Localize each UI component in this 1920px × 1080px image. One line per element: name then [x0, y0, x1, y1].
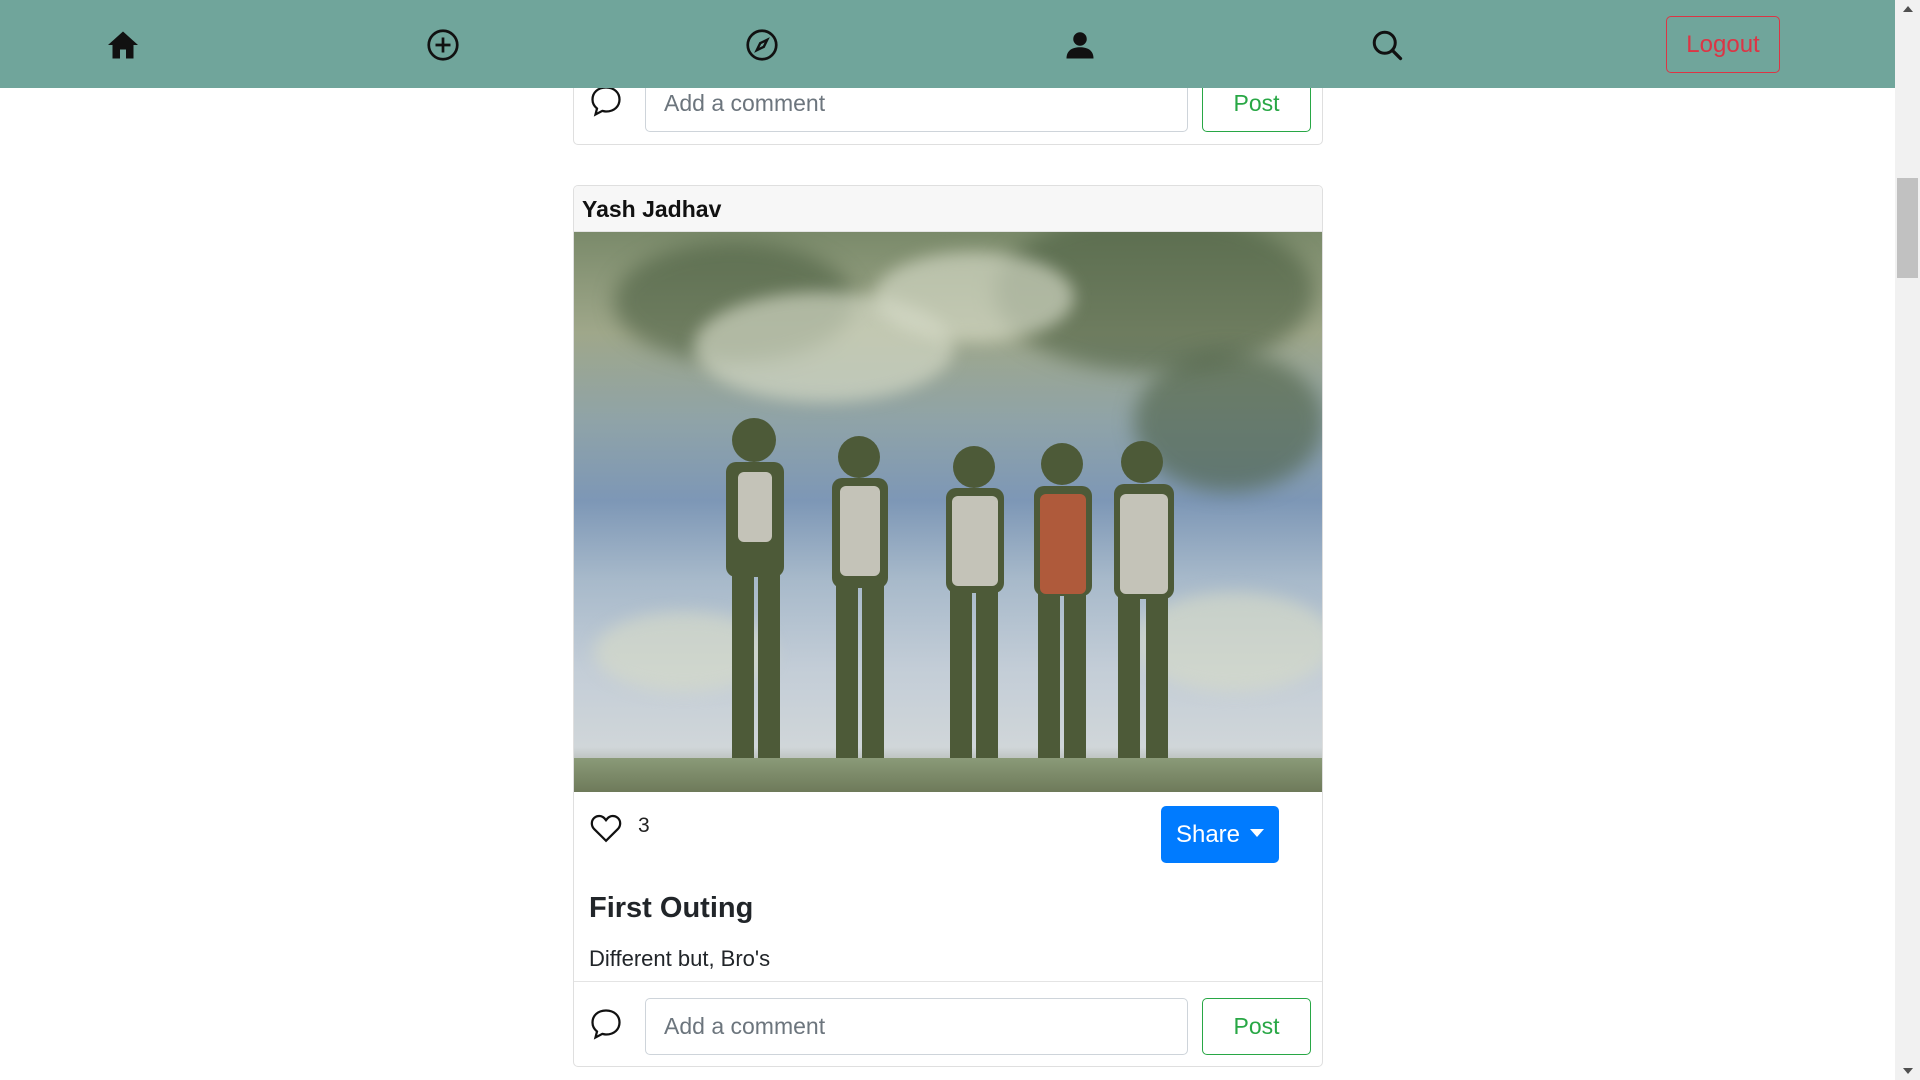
post-title: First Outing: [589, 892, 754, 924]
group-figures: [726, 418, 1174, 772]
heart-icon[interactable]: [588, 810, 624, 846]
add-circle-icon[interactable]: [424, 26, 462, 64]
share-label: Share: [1175, 820, 1241, 848]
logout-button[interactable]: Logout: [1666, 16, 1780, 73]
comment-row: Post: [574, 981, 1322, 1066]
compass-icon[interactable]: [743, 26, 781, 64]
share-dropdown-button[interactable]: Share: [1161, 806, 1279, 863]
post-comment-button[interactable]: Post: [1202, 998, 1311, 1055]
post-card: Yash Jadhav 3 Share First Outing Differe…: [573, 185, 1323, 1067]
post-description: Different but, Bro's: [589, 946, 771, 971]
caret-down-icon: [1250, 828, 1265, 837]
comment-bubble-icon: [591, 1009, 621, 1040]
comment-input[interactable]: [645, 998, 1188, 1055]
top-navbar: Logout: [0, 0, 1895, 88]
post-photo: [574, 232, 1322, 792]
scroll-up-arrow-icon[interactable]: [1895, 0, 1920, 17]
home-icon[interactable]: [104, 26, 142, 64]
scroll-thumb[interactable]: [1897, 178, 1918, 278]
comment-bubble-icon: [591, 86, 621, 117]
page-scrollbar[interactable]: [1895, 0, 1920, 1080]
person-icon[interactable]: [1061, 26, 1099, 64]
post-actions: 3 Share First Outing Different but, Bro'…: [574, 792, 1322, 971]
scroll-down-arrow-icon[interactable]: [1895, 1063, 1920, 1080]
search-icon[interactable]: [1368, 26, 1406, 64]
post-author: Yash Jadhav: [574, 186, 1322, 232]
like-count: 3: [638, 814, 650, 837]
